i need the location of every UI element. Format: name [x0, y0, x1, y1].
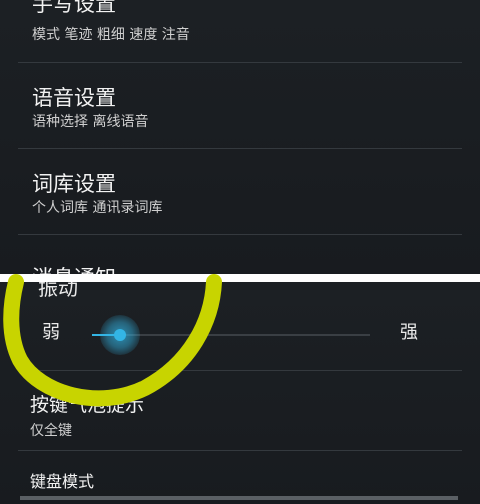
vibration-slider-thumb[interactable] — [114, 329, 126, 341]
voice-settings-title: 语音设置 — [32, 86, 116, 110]
key-popup-item[interactable]: 按键气泡提示 仅全键 — [26, 390, 458, 442]
bottom-edge-bar — [20, 496, 458, 500]
vibration-slider[interactable] — [92, 315, 370, 355]
divider — [18, 234, 462, 235]
dictionary-settings-subtitle: 个人词库 通讯录词库 — [32, 200, 163, 216]
key-popup-title: 按键气泡提示 — [30, 394, 145, 416]
vibration-title: 振动 — [38, 282, 78, 300]
notification-settings-title: 消息通知 — [32, 262, 116, 274]
voice-settings-item[interactable]: 语音设置 语种选择 离线语音 — [28, 82, 458, 138]
vibration-high-label: 强 — [400, 322, 418, 343]
handwriting-settings-subtitle: 模式 笔迹 粗细 速度 注音 — [32, 27, 190, 43]
keyboard-mode-title: 键盘模式 — [30, 472, 95, 491]
handwriting-settings-title: 手写设置 — [32, 0, 116, 16]
handwriting-settings-item[interactable]: 手写设置 模式 笔迹 粗细 速度 注音 — [28, 0, 458, 46]
dictionary-settings-item[interactable]: 词库设置 个人词库 通讯录词库 — [28, 168, 458, 224]
vibration-low-label: 弱 — [42, 322, 60, 343]
divider — [18, 370, 462, 371]
settings-list-top: 手写设置 模式 笔迹 粗细 速度 注音 语音设置 语种选择 离线语音 词库设置 … — [0, 0, 480, 274]
divider — [18, 450, 462, 451]
notification-settings-item[interactable]: 消息通知 — [28, 262, 458, 274]
voice-settings-subtitle: 语种选择 离线语音 — [32, 114, 149, 130]
divider — [18, 148, 462, 149]
divider — [18, 62, 462, 63]
dictionary-settings-title: 词库设置 — [32, 172, 116, 196]
key-popup-subtitle: 仅全键 — [30, 423, 72, 439]
settings-list-bottom: 振动 弱 强 按键气泡提示 仅全键 键盘模式 — [0, 282, 480, 504]
keyboard-mode-item[interactable]: 键盘模式 — [26, 468, 458, 492]
